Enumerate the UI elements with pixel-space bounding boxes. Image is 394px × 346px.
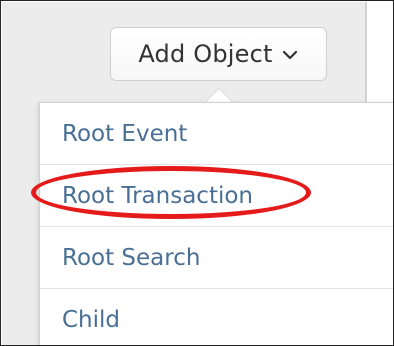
menu-item-label: Root Search (62, 244, 201, 271)
menu-item-label: Child (62, 306, 121, 333)
add-object-label: Add Object (138, 40, 273, 68)
menu-item-root-search[interactable]: Root Search (40, 227, 393, 288)
menu-item-root-transaction[interactable]: Root Transaction (40, 165, 393, 226)
add-object-dropdown-menu: Root Event Root Transaction Root Search … (39, 102, 393, 345)
menu-item-label: Root Event (62, 120, 188, 147)
menu-item-root-event[interactable]: Root Event (40, 103, 393, 164)
menu-item-label: Root Transaction (62, 182, 253, 209)
add-object-button[interactable]: Add Object (110, 27, 327, 81)
screenshot-frame: Add Object Root Event Root Transaction R… (0, 0, 394, 346)
menu-item-child[interactable]: Child (40, 289, 393, 345)
chevron-down-icon (281, 46, 299, 64)
dropdown-caret (205, 88, 233, 102)
